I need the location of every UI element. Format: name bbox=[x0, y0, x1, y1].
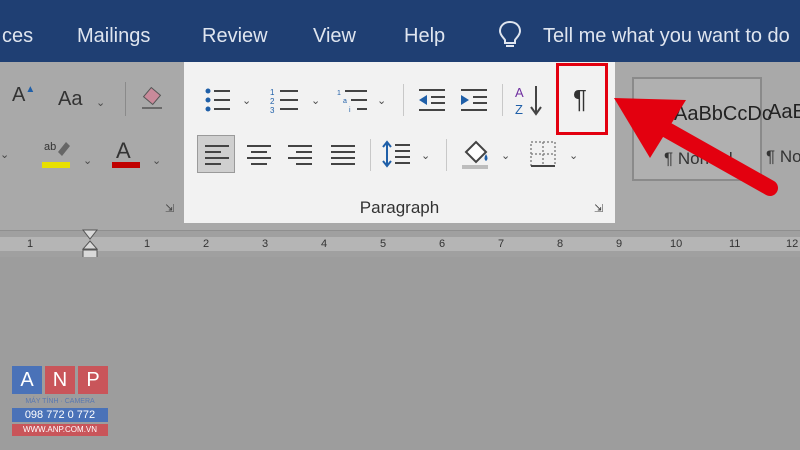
chevron-down-icon[interactable]: ⌄ bbox=[0, 148, 9, 161]
clear-formatting-icon[interactable] bbox=[140, 86, 166, 116]
paragraph-group-label: Paragraph bbox=[359, 198, 440, 217]
divider bbox=[446, 139, 447, 171]
ruler-label: 11 bbox=[729, 238, 741, 250]
svg-text:Z: Z bbox=[515, 102, 523, 116]
tab-review[interactable]: Review bbox=[202, 25, 268, 48]
document-area[interactable] bbox=[0, 257, 800, 450]
pilcrow-icon: ¶ bbox=[573, 84, 587, 114]
red-arrow-annotation bbox=[612, 92, 782, 207]
decrease-indent-icon[interactable] bbox=[417, 88, 447, 117]
chevron-down-icon[interactable]: ⌄ bbox=[96, 96, 105, 109]
ribbon-tab-bar: ces Mailings Review View Help Tell me wh… bbox=[0, 0, 800, 62]
ruler-label: 6 bbox=[439, 238, 446, 250]
ruler-label: 8 bbox=[557, 238, 564, 250]
chevron-down-icon[interactable]: ⌄ bbox=[501, 149, 510, 162]
svg-text:a: a bbox=[343, 98, 347, 105]
line-spacing-icon[interactable] bbox=[382, 140, 412, 173]
paragraph-dialog-launcher-icon[interactable]: ⇲ bbox=[594, 202, 603, 215]
lightbulb-icon[interactable] bbox=[497, 19, 523, 56]
tab-mailings[interactable]: Mailings bbox=[77, 25, 150, 48]
align-right-icon[interactable] bbox=[288, 145, 312, 170]
chevron-down-icon[interactable]: ⌄ bbox=[377, 94, 386, 107]
svg-text:A: A bbox=[116, 138, 131, 163]
logo-site: WWW.ANP.COM.VN bbox=[12, 424, 108, 436]
logo-letter: A bbox=[12, 366, 42, 394]
borders-icon[interactable] bbox=[530, 141, 556, 172]
svg-text:A: A bbox=[515, 85, 524, 100]
ruler-label: 7 bbox=[498, 238, 505, 250]
bullets-icon[interactable] bbox=[204, 87, 232, 118]
chevron-down-icon[interactable]: ⌄ bbox=[242, 94, 251, 107]
logo-letter: N bbox=[45, 366, 75, 394]
chevron-down-icon[interactable]: ⌄ bbox=[311, 94, 320, 107]
paragraph-group: ⌄ 123 ⌄ 1ai ⌄ AZ ¶ ⌄ ⌄ ⌄ Paragraph ⇲ bbox=[184, 62, 615, 223]
change-case-button[interactable]: Aa bbox=[58, 88, 82, 111]
logo-phone: 098 772 0 772 bbox=[12, 408, 108, 422]
increase-indent-icon[interactable] bbox=[459, 88, 489, 117]
svg-text:1: 1 bbox=[270, 88, 275, 97]
ruler-label: 4 bbox=[321, 238, 328, 250]
ruler-label: 12 bbox=[786, 238, 799, 250]
numbering-icon[interactable]: 123 bbox=[270, 87, 300, 118]
chevron-down-icon[interactable]: ⌄ bbox=[83, 154, 92, 167]
text-highlight-icon[interactable]: ab bbox=[42, 138, 72, 175]
sort-icon[interactable]: AZ bbox=[514, 84, 544, 121]
chevron-down-icon[interactable]: ⌄ bbox=[569, 149, 578, 162]
font-dialog-launcher-icon[interactable]: ⇲ bbox=[165, 202, 174, 215]
logo-letter: P bbox=[78, 366, 108, 394]
svg-text:3: 3 bbox=[270, 106, 275, 113]
align-center-icon[interactable] bbox=[247, 145, 271, 170]
ruler-label: 2 bbox=[203, 238, 210, 250]
grow-font-icon[interactable]: A▲ bbox=[12, 84, 35, 107]
horizontal-ruler[interactable]: 1 1 2 3 4 5 6 7 8 9 10 11 12 bbox=[0, 229, 800, 265]
ruler-label: 10 bbox=[670, 238, 683, 250]
tab-references[interactable]: ces bbox=[2, 25, 33, 48]
svg-text:2: 2 bbox=[270, 97, 275, 106]
shading-icon[interactable] bbox=[460, 138, 492, 175]
svg-text:ab: ab bbox=[44, 141, 56, 153]
align-left-button[interactable] bbox=[197, 135, 235, 173]
ruler-label: 5 bbox=[380, 238, 387, 250]
svg-text:i: i bbox=[349, 107, 351, 113]
chevron-down-icon[interactable]: ⌄ bbox=[152, 154, 161, 167]
tab-help[interactable]: Help bbox=[404, 25, 445, 48]
ruler-label: 9 bbox=[616, 238, 623, 250]
justify-icon[interactable] bbox=[331, 145, 355, 170]
tell-me-search[interactable]: Tell me what you want to do bbox=[543, 25, 790, 48]
tab-view[interactable]: View bbox=[313, 25, 356, 48]
ruler-label: 1 bbox=[144, 238, 151, 250]
divider bbox=[370, 139, 371, 171]
svg-text:1: 1 bbox=[337, 90, 341, 97]
show-hide-formatting-button[interactable]: ¶ bbox=[556, 63, 608, 135]
logo-tagline: MÁY TÍNH · CAMERA bbox=[25, 398, 95, 405]
ruler-label: 1 bbox=[27, 238, 34, 250]
ruler-label: 3 bbox=[262, 238, 269, 250]
multilevel-list-icon[interactable]: 1ai bbox=[337, 87, 369, 118]
font-color-icon[interactable]: A bbox=[112, 138, 142, 175]
divider bbox=[403, 84, 404, 116]
chevron-down-icon[interactable]: ⌄ bbox=[421, 149, 430, 162]
anp-logo: A N P MÁY TÍNH · CAMERA 098 772 0 772 WW… bbox=[12, 366, 108, 438]
divider bbox=[502, 84, 503, 116]
divider bbox=[125, 82, 126, 116]
